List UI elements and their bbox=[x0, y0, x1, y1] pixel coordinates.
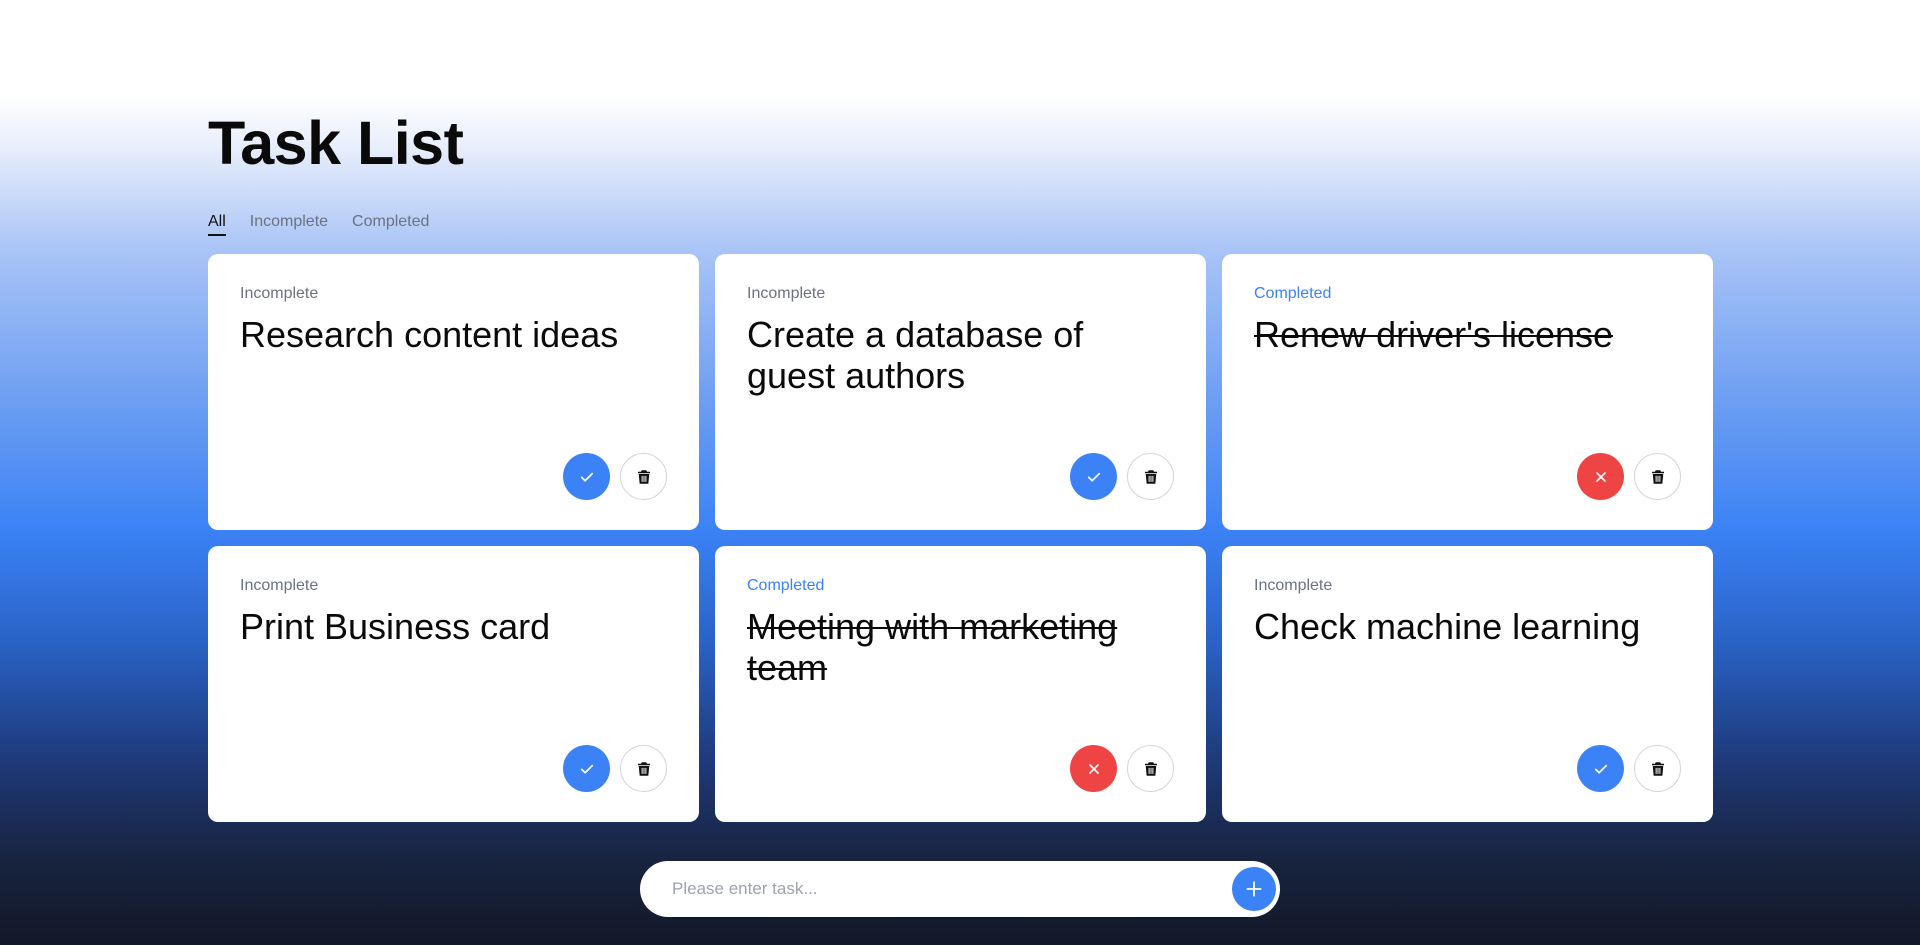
tab-completed[interactable]: Completed bbox=[352, 212, 429, 236]
check-icon bbox=[580, 764, 593, 774]
delete-button[interactable] bbox=[620, 453, 667, 500]
task-card: Completed Meeting with marketing team bbox=[715, 546, 1206, 822]
new-task-bar bbox=[640, 861, 1280, 917]
task-actions bbox=[1577, 453, 1681, 500]
check-icon bbox=[1594, 764, 1607, 774]
task-title: Meeting with marketing team bbox=[747, 606, 1118, 688]
task-title: Print Business card bbox=[240, 606, 551, 647]
task-title: Create a database of guest authors bbox=[747, 314, 1084, 396]
task-status: Incomplete bbox=[747, 285, 826, 302]
delete-button[interactable] bbox=[1634, 453, 1681, 500]
task-status: Incomplete bbox=[240, 285, 319, 302]
page-title: Task List bbox=[208, 109, 464, 177]
complete-button[interactable] bbox=[1070, 453, 1117, 500]
task-status: Incomplete bbox=[1254, 577, 1333, 594]
task-status: Incomplete bbox=[240, 577, 319, 594]
task-actions bbox=[563, 453, 667, 500]
task-card: Incomplete Check machine learning bbox=[1222, 546, 1713, 822]
tab-incomplete[interactable]: Incomplete bbox=[250, 212, 328, 236]
delete-button[interactable] bbox=[1127, 453, 1174, 500]
task-card: Completed Renew driver's license bbox=[1222, 254, 1713, 530]
task-grid: Incomplete Research content ideas Incomp… bbox=[208, 254, 1713, 822]
task-card: Incomplete Print Business card bbox=[208, 546, 699, 822]
task-title: Renew driver's license bbox=[1254, 314, 1614, 355]
task-title: Check machine learning bbox=[1254, 606, 1641, 647]
trash-icon bbox=[1144, 761, 1157, 776]
delete-button[interactable] bbox=[1127, 745, 1174, 792]
trash-icon bbox=[637, 761, 650, 776]
mark-incomplete-button[interactable] bbox=[1070, 745, 1117, 792]
complete-button[interactable] bbox=[563, 745, 610, 792]
complete-button[interactable] bbox=[563, 453, 610, 500]
close-icon bbox=[1595, 471, 1606, 482]
task-status: Completed bbox=[1254, 285, 1332, 302]
add-task-button[interactable] bbox=[1232, 867, 1276, 911]
task-actions bbox=[563, 745, 667, 792]
filter-tabs: All Incomplete Completed bbox=[208, 212, 429, 236]
task-card: Incomplete Create a database of guest au… bbox=[715, 254, 1206, 530]
trash-icon bbox=[1651, 469, 1664, 484]
plus-icon bbox=[1246, 881, 1262, 897]
task-status: Completed bbox=[747, 577, 825, 594]
trash-icon bbox=[637, 469, 650, 484]
tab-all[interactable]: All bbox=[208, 212, 226, 236]
task-card: Incomplete Research content ideas bbox=[208, 254, 699, 530]
new-task-input[interactable] bbox=[672, 879, 1232, 899]
check-icon bbox=[1087, 472, 1100, 482]
check-icon bbox=[580, 472, 593, 482]
delete-button[interactable] bbox=[620, 745, 667, 792]
task-actions bbox=[1577, 745, 1681, 792]
task-actions bbox=[1070, 745, 1174, 792]
task-title: Research content ideas bbox=[240, 314, 619, 355]
complete-button[interactable] bbox=[1577, 745, 1624, 792]
trash-icon bbox=[1144, 469, 1157, 484]
mark-incomplete-button[interactable] bbox=[1577, 453, 1624, 500]
delete-button[interactable] bbox=[1634, 745, 1681, 792]
close-icon bbox=[1088, 763, 1099, 774]
trash-icon bbox=[1651, 761, 1664, 776]
task-actions bbox=[1070, 453, 1174, 500]
